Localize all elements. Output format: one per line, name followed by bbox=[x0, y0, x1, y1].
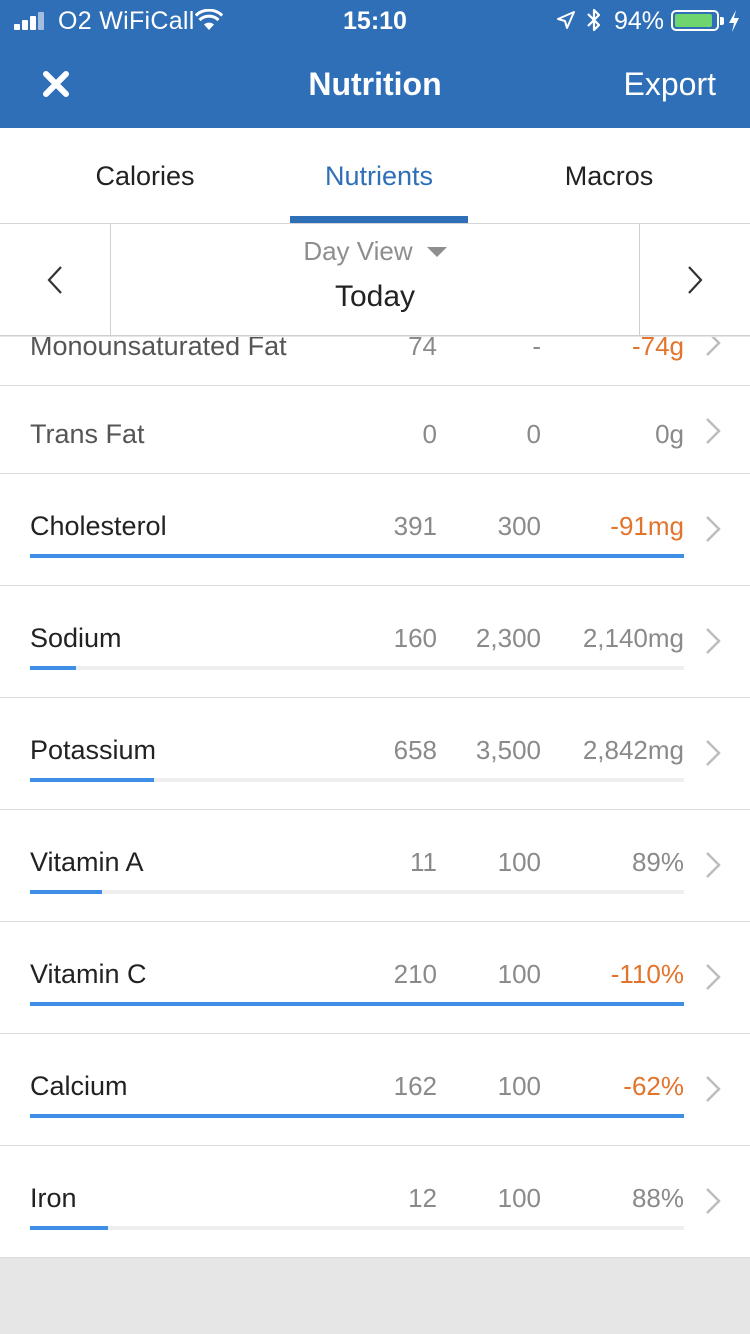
battery-icon bbox=[671, 10, 724, 31]
nutrient-goal: 0 bbox=[526, 419, 541, 449]
nutrient-name: Cholesterol bbox=[30, 511, 167, 541]
nutrient-row-sodium[interactable]: Sodium 160 2,300 2,140mg bbox=[0, 586, 750, 698]
previous-day-button[interactable] bbox=[0, 224, 111, 336]
nutrient-total: 11 bbox=[410, 847, 437, 877]
nutrient-left: 88% bbox=[631, 1183, 684, 1213]
nutrient-total: 0 bbox=[422, 419, 437, 449]
day-view-dropdown[interactable]: Day View bbox=[111, 236, 639, 267]
next-day-button[interactable] bbox=[639, 224, 750, 336]
nutrient-row-iron[interactable]: Iron 12 100 88% bbox=[0, 1146, 750, 1258]
nutrient-row-vitamin-a[interactable]: Vitamin A 11 100 89% bbox=[0, 810, 750, 922]
tab-bar: Calories Nutrients Macros bbox=[0, 128, 750, 224]
bluetooth-icon bbox=[587, 8, 601, 32]
progress-bar bbox=[30, 666, 76, 670]
nutrient-left: 0g bbox=[655, 419, 684, 449]
nutrient-name: Sodium bbox=[30, 623, 122, 653]
progress-bar bbox=[30, 890, 102, 894]
nutrient-name: Calcium bbox=[30, 1071, 128, 1101]
close-button[interactable] bbox=[36, 64, 76, 104]
chevron-right-icon bbox=[706, 418, 721, 444]
charging-bolt-icon bbox=[729, 10, 739, 32]
chevron-right-icon bbox=[706, 852, 721, 878]
tab-calories[interactable]: Calories bbox=[0, 128, 290, 224]
current-date-label: Today bbox=[334, 280, 416, 313]
progress-track bbox=[30, 554, 684, 558]
nutrient-row-cholesterol[interactable]: Cholesterol 391 300 -91mg bbox=[0, 474, 750, 586]
nutrient-goal: 100 bbox=[497, 1183, 541, 1213]
nutrient-list: Monounsaturated Fat 74 - -74g Trans Fat … bbox=[0, 337, 750, 1258]
progress-track bbox=[30, 890, 684, 894]
nutrient-left: 89% bbox=[631, 847, 684, 877]
nutrient-row-monounsaturated-fat[interactable]: Monounsaturated Fat 74 - -74g bbox=[0, 337, 750, 386]
nutrient-goal: 100 bbox=[497, 959, 541, 989]
close-x-icon bbox=[43, 71, 69, 97]
tab-macros[interactable]: Macros bbox=[468, 128, 750, 224]
nutrient-row-vitamin-c[interactable]: Vitamin C 210 100 -110% bbox=[0, 922, 750, 1034]
chevron-right-icon bbox=[706, 1076, 721, 1102]
nutrient-left: 2,842mg bbox=[582, 735, 684, 765]
nutrient-left: -62% bbox=[623, 1071, 684, 1101]
progress-bar bbox=[30, 778, 155, 782]
chevron-right-icon bbox=[706, 740, 721, 766]
nutrient-goal: 2,300 bbox=[475, 623, 541, 653]
progress-bar bbox=[30, 554, 684, 558]
nutrient-total: 74 bbox=[408, 337, 437, 361]
chevron-right-icon bbox=[706, 337, 721, 356]
location-arrow-icon bbox=[557, 11, 575, 29]
chevron-left-icon bbox=[47, 266, 62, 294]
nutrient-total: 162 bbox=[393, 1071, 437, 1101]
nutrient-left: 2,140mg bbox=[582, 623, 684, 653]
chevron-right-icon bbox=[706, 964, 721, 990]
nutrient-total: 12 bbox=[408, 1183, 437, 1213]
nutrient-row-calcium[interactable]: Calcium 162 100 -62% bbox=[0, 1034, 750, 1146]
caret-down-icon bbox=[426, 246, 447, 257]
battery-percent: 94% bbox=[614, 7, 665, 35]
nutrient-goal: 3,500 bbox=[475, 735, 541, 765]
nutrient-name: Iron bbox=[30, 1183, 77, 1213]
empty-footer-area bbox=[0, 1258, 750, 1334]
chevron-right-icon bbox=[688, 266, 703, 294]
nutrient-total: 160 bbox=[393, 623, 437, 653]
chevron-right-icon bbox=[706, 628, 721, 654]
progress-track bbox=[30, 666, 684, 670]
nutrient-total: 210 bbox=[393, 959, 437, 989]
nutrient-goal: - bbox=[532, 337, 541, 361]
nutrient-row-potassium[interactable]: Potassium 658 3,500 2,842mg bbox=[0, 698, 750, 810]
chevron-right-icon bbox=[706, 516, 721, 542]
day-view-label: Day View bbox=[303, 236, 413, 266]
nutrient-goal: 300 bbox=[497, 511, 541, 541]
tab-nutrients[interactable]: Nutrients bbox=[290, 128, 468, 224]
progress-track bbox=[30, 1114, 684, 1118]
progress-track bbox=[30, 778, 684, 782]
nutrient-left: -74g bbox=[631, 337, 684, 361]
nutrient-name: Vitamin A bbox=[30, 847, 144, 877]
nutrient-name: Trans Fat bbox=[30, 419, 145, 449]
progress-track bbox=[30, 1002, 684, 1006]
nutrient-name: Potassium bbox=[30, 735, 157, 765]
progress-bar bbox=[30, 1226, 109, 1230]
nutrient-left: -110% bbox=[610, 959, 684, 989]
nutrient-name: Vitamin C bbox=[30, 959, 147, 989]
status-bar: O2 WiFiCall 15:10 94% bbox=[0, 0, 750, 40]
progress-track bbox=[30, 1226, 684, 1230]
progress-bar bbox=[30, 1114, 684, 1118]
nutrient-goal: 100 bbox=[497, 847, 541, 877]
nutrient-left: -91mg bbox=[610, 511, 684, 541]
chevron-right-icon bbox=[706, 1188, 721, 1214]
app-header: O2 WiFiCall 15:10 94% Nutrition Export bbox=[0, 0, 750, 128]
nutrient-goal: 100 bbox=[497, 1071, 541, 1101]
nutrient-total: 391 bbox=[393, 511, 437, 541]
date-navigator: Day View Today bbox=[0, 224, 750, 336]
progress-bar bbox=[30, 1002, 684, 1006]
nutrient-total: 658 bbox=[393, 735, 437, 765]
nutrient-row-trans-fat[interactable]: Trans Fat 0 0 0g bbox=[0, 386, 750, 474]
nutrient-name: Monounsaturated Fat bbox=[30, 337, 287, 361]
export-button[interactable]: Export bbox=[624, 66, 716, 103]
active-tab-indicator bbox=[290, 216, 468, 223]
